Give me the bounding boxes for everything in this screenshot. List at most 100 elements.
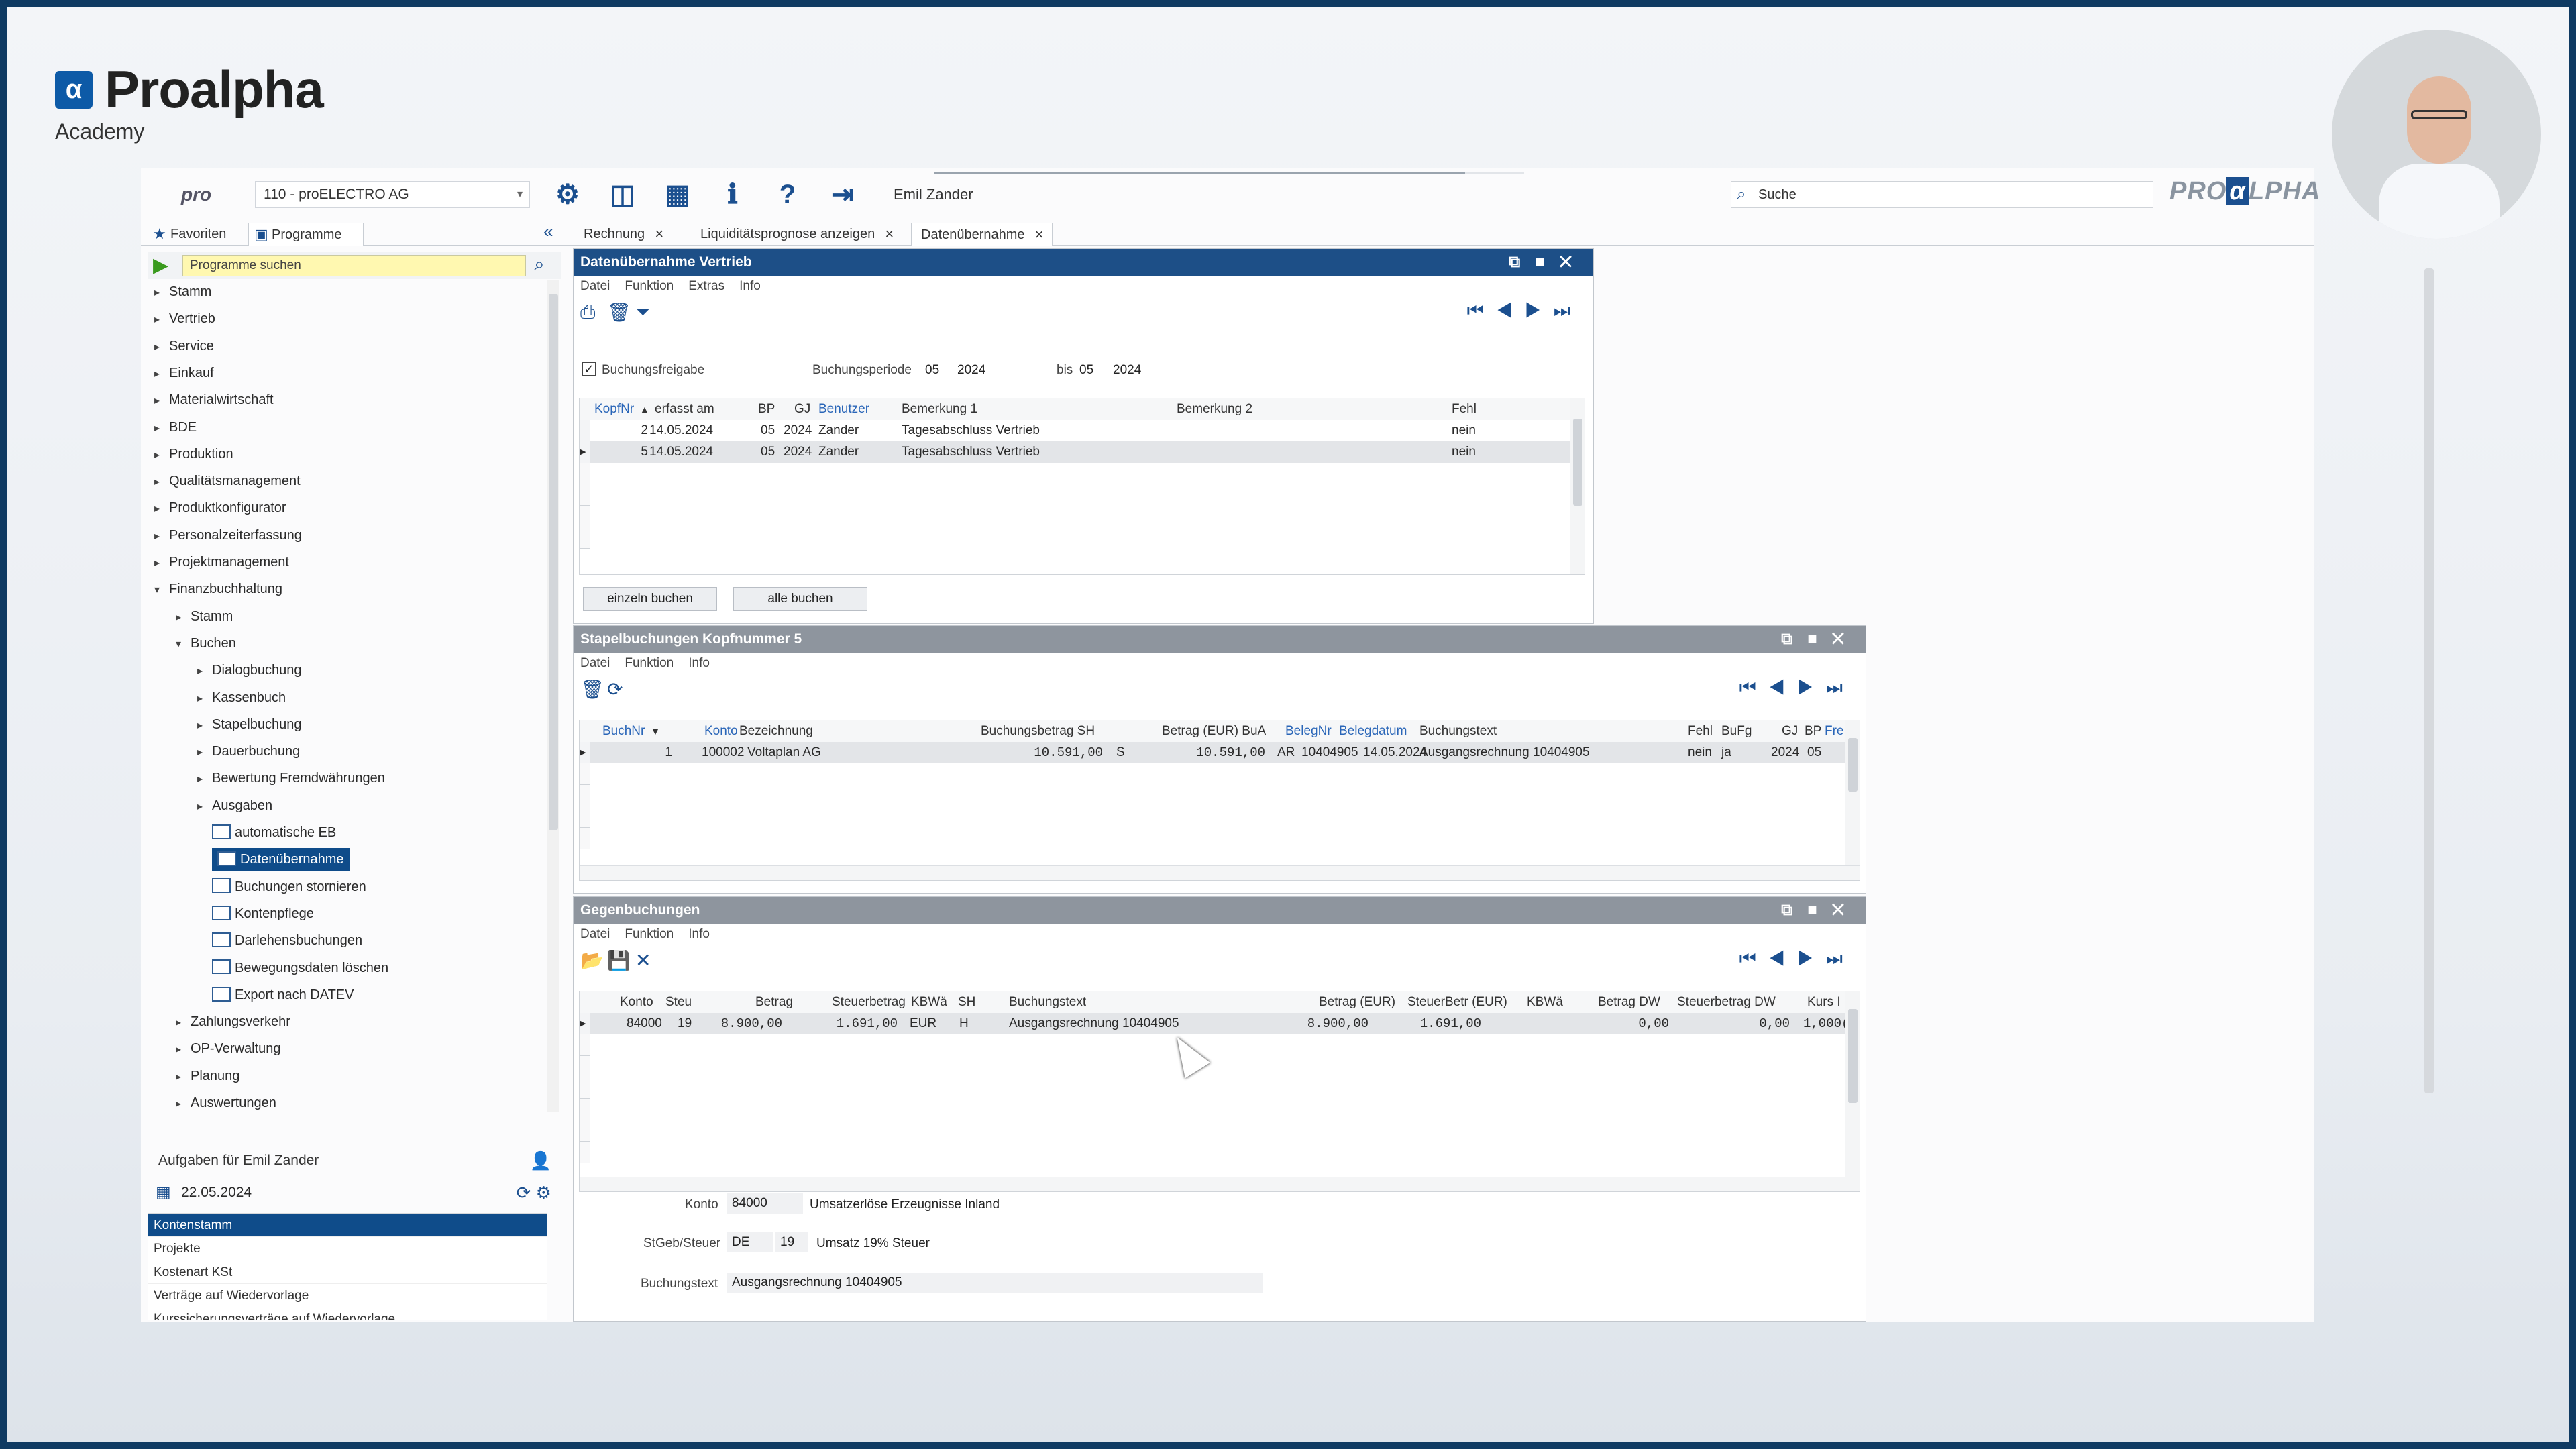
col-benutzer[interactable]: Benutzer [818,398,869,420]
col-kbwa[interactable]: KBWä [911,991,947,1013]
chevron-right-icon[interactable]: ▸ [176,1066,191,1089]
panel-layout-icon[interactable]: ◫ [605,177,640,212]
page-scrollbar[interactable] [2420,248,2438,1308]
chevron-right-icon[interactable]: ▸ [154,282,169,305]
menu-funktion[interactable]: Funktion [625,656,674,670]
tree-folder-item[interactable]: ▸ Stamm [154,280,211,303]
tab-programme[interactable]: ▣ Programme [248,223,364,246]
tree-program-item[interactable]: automatische EB [212,821,336,844]
menu-datei[interactable]: Datei [580,927,610,941]
chevron-right-icon[interactable]: ▸ [176,1012,191,1034]
menu-info[interactable]: Info [688,927,710,941]
tree-folder-item[interactable]: ▸ Materialwirtschaft [154,388,274,411]
delete-icon[interactable]: 🗑 [607,301,631,323]
scrollbar-thumb[interactable] [549,294,558,830]
col-buchnr[interactable]: BuchNr [602,720,645,742]
buchungstext-field[interactable]: Ausgangsrechnung 10404905 [727,1273,1263,1293]
chevron-right-icon[interactable]: ▸ [197,768,212,791]
table-row-selected[interactable]: ▸ 5 14.05.2024 05 2024 Zander Tagesabsch… [580,441,1585,463]
scrollbar-thumb[interactable] [1848,1009,1858,1103]
einzeln-buchen-button[interactable]: einzeln buchen [583,587,717,611]
pro-logo[interactable]: pro [181,184,235,205]
periode-to-year[interactable]: 2024 [1113,363,1141,378]
task-item[interactable]: Kostenart KSt [148,1260,547,1284]
gear-icon[interactable]: ⚙ [550,177,585,212]
task-item[interactable]: Projekte [148,1237,547,1260]
col-konto[interactable]: Konto [704,720,738,742]
col-konto[interactable]: Konto [620,991,653,1013]
global-search-input[interactable]: ⌕ Suche [1731,181,2153,208]
window-layout-icon[interactable]: ▦ [660,177,695,212]
tab-liquiditaetsprognose[interactable]: Liquiditätsprognose anzeigen × [691,223,902,246]
tree-folder-item[interactable]: ▸ Qualitätsmanagement [154,470,301,492]
collapse-sidebar-icon[interactable]: « [543,221,553,242]
col-gj[interactable]: GJ [1782,720,1798,742]
col-bemerkung2[interactable]: Bemerkung 2 [1177,398,1252,420]
periode-from-year[interactable]: 2024 [957,363,985,378]
col-sh[interactable]: SH [958,991,975,1013]
program-search-input[interactable]: Programme suchen [182,255,526,276]
tree-folder-item[interactable]: ▸ Ausgaben [197,794,272,817]
tree-program-item[interactable]: Kontenpflege [212,902,314,925]
record-navigation-icons[interactable]: ⏮◀▶⏭ [1739,677,1855,699]
tree-folder-item[interactable]: ▸ Service [154,335,214,358]
task-item[interactable]: Verträge auf Wiedervorlage [148,1284,547,1307]
grid-horizontal-scrollbar[interactable] [580,865,1860,880]
tree-folder-item[interactable]: ▸ Stapelbuchung [197,713,301,736]
tree-folder-item[interactable]: ▸ Personalzeiterfassung [154,524,302,547]
help-icon[interactable]: ? [770,177,805,212]
tree-program-item[interactable]: Datenübernahme [212,848,350,871]
company-selector[interactable]: 110 - proELECTRO AG ▾ [255,181,530,208]
col-steuerbetrag[interactable]: Steuerbetrag [832,991,906,1013]
col-bp[interactable]: BP [758,398,775,420]
chevron-right-icon[interactable]: ▸ [154,444,169,467]
tree-program-item[interactable]: Buchungen stornieren [212,875,366,898]
periode-to-period[interactable]: 05 [1079,363,1093,378]
row-marker[interactable]: ▸ [580,1013,590,1034]
table-row-selected[interactable]: ▸ 84000 19 8.900,00 1.691,00 EUR H Ausga… [580,1013,1860,1034]
tree-folder-item[interactable]: ▸ OP-Verwaltung [176,1037,281,1060]
menu-datei[interactable]: Datei [580,656,610,670]
col-erfasst[interactable]: erfasst am [655,398,714,420]
save-icon[interactable]: 💾 [607,949,631,971]
menu-funktion[interactable]: Funktion [625,279,674,293]
tree-folder-item[interactable]: ▸ Vertrieb [154,307,215,330]
open-folder-icon[interactable]: 📂 [580,949,604,971]
refresh-settings-icons[interactable]: ⟳ ⚙ [517,1179,551,1206]
col-steuerbetr-eur[interactable]: SteuerBetr (EUR) [1407,991,1507,1013]
chevron-down-icon[interactable]: ▾ [154,579,169,602]
col-betrag-eur[interactable]: Betrag (EUR) BuA [1162,720,1266,742]
tree-folder-item[interactable]: ▸ Auswertungen [176,1091,276,1112]
cancel-icon[interactable]: ✕ [635,949,651,971]
chevron-right-icon[interactable]: ▸ [197,741,212,764]
chevron-right-icon[interactable]: ▸ [154,336,169,359]
col-fre[interactable]: Fre [1825,720,1844,742]
menu-info[interactable]: Info [688,656,710,670]
chevron-right-icon[interactable]: ▸ [154,525,169,548]
steuer-land-field[interactable]: DE [727,1232,773,1252]
window-controls-icon[interactable]: ⧉■✕ [1781,897,1859,924]
table-row-selected[interactable]: ▸ 1 100002 Voltaplan AG 10.591,00 S 10.5… [580,742,1860,763]
table-row[interactable]: 2 14.05.2024 05 2024 Zander Tagesabschlu… [580,420,1585,441]
col-betrag-eur[interactable]: Betrag (EUR) [1319,991,1395,1013]
play-icon[interactable]: ▶ [153,254,168,277]
chevron-right-icon[interactable]: ▸ [176,1093,191,1112]
menu-info[interactable]: Info [739,279,761,293]
col-steuerbetrag-dw[interactable]: Steuerbetrag DW [1677,991,1776,1013]
chevron-down-icon[interactable]: ▾ [176,633,191,656]
col-bemerkung1[interactable]: Bemerkung 1 [902,398,977,420]
col-fehl[interactable]: Fehl [1452,398,1477,420]
col-kopfnr[interactable]: KopfNr [594,398,634,420]
chevron-right-icon[interactable]: ▸ [197,688,212,710]
col-buchungsbetrag[interactable]: Buchungsbetrag SH [981,720,1095,742]
tab-rechnung[interactable]: Rechnung × [574,223,672,246]
col-buchungstext[interactable]: Buchungstext [1009,991,1086,1013]
close-icon[interactable]: × [885,223,894,246]
col-bezeichnung[interactable]: Bezeichnung [739,720,813,742]
alle-buchen-button[interactable]: alle buchen [733,587,867,611]
tree-folder-item[interactable]: ▸ Kassenbuch [197,686,286,709]
chevron-right-icon[interactable]: ▸ [176,606,191,629]
tree-program-item[interactable]: Export nach DATEV [212,983,354,1006]
scrollbar-thumb[interactable] [1573,419,1582,506]
delete-icon[interactable]: 🗑 [580,678,604,700]
